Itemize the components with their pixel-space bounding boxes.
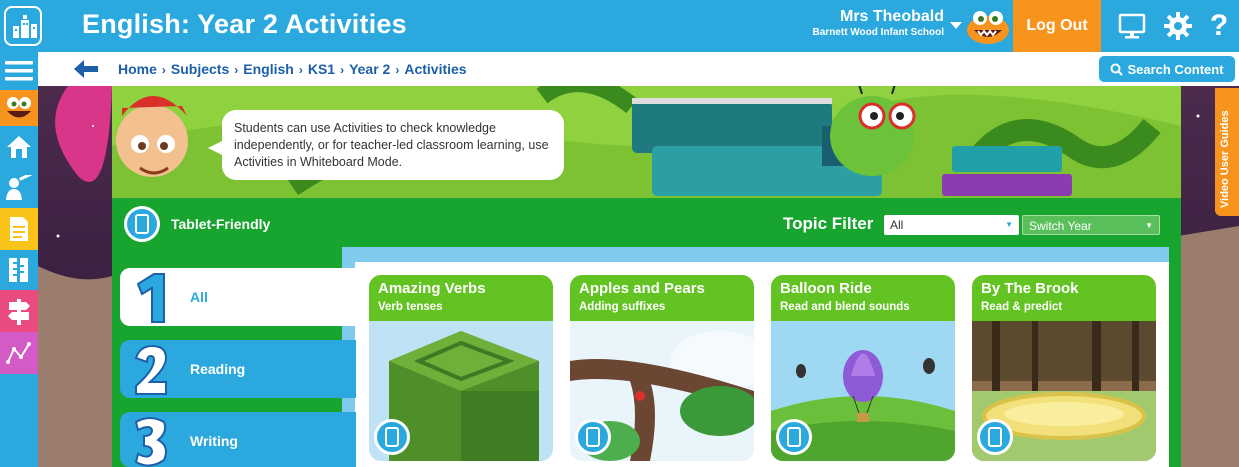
- card-title: Apples and Pears: [579, 280, 705, 297]
- activity-card-amazing-verbs[interactable]: Amazing Verbs Verb tenses: [369, 275, 553, 461]
- menu-icon[interactable]: [0, 52, 38, 90]
- chevron-down-icon: ▼: [1145, 221, 1153, 230]
- breadcrumb-home[interactable]: Home: [118, 61, 157, 77]
- sidebar-spacer: [0, 374, 38, 467]
- school-name: Barnett Wood Infant School: [812, 27, 944, 38]
- logo-icon[interactable]: [4, 6, 42, 46]
- chevron-down-icon[interactable]: [950, 22, 962, 29]
- card-header: Balloon Ride Read and blend sounds: [771, 275, 955, 321]
- breadcrumb: Home › Subjects › English › KS1 › Year 2 › Activit…: [118, 61, 467, 77]
- topic-filter-label: Topic Filter: [783, 214, 874, 233]
- gear-icon[interactable]: [1155, 0, 1201, 52]
- user-menu[interactable]: Mrs Theobald Barnett Wood Infant School: [813, 8, 944, 38]
- topic-filter-select[interactable]: All ▼: [884, 215, 1019, 235]
- logout-button[interactable]: Log Out: [1013, 0, 1101, 52]
- top-bar: English: Year 2 Activities Mrs Theobald …: [0, 0, 1239, 52]
- breadcrumb-separator: ›: [234, 63, 239, 77]
- card-subtitle: Read & predict: [981, 301, 1063, 313]
- tablet-icon: [124, 206, 160, 242]
- category-label: Reading: [190, 361, 246, 377]
- category-label: All: [190, 289, 208, 305]
- search-content-label: Search Content: [1127, 61, 1224, 77]
- number-one-icon: [136, 273, 165, 323]
- document-icon[interactable]: [0, 208, 38, 250]
- graph-icon[interactable]: [0, 332, 38, 374]
- signpost-icon[interactable]: [0, 290, 38, 332]
- number-two-icon: [134, 344, 168, 395]
- search-icon: [1110, 63, 1124, 76]
- help-icon[interactable]: ?: [1199, 0, 1239, 52]
- card-subtitle: Verb tenses: [378, 301, 443, 313]
- category-tab-reading[interactable]: Reading: [120, 340, 356, 398]
- user-name: Mrs Theobald: [839, 8, 944, 25]
- topic-filter-value: All: [890, 218, 904, 232]
- switch-year-placeholder: Switch Year: [1029, 219, 1092, 233]
- breadcrumb-ks1[interactable]: KS1: [308, 61, 335, 77]
- category-tab-all[interactable]: All: [120, 268, 356, 326]
- category-tab-writing[interactable]: Writing: [120, 412, 356, 467]
- tablet-icon: [575, 419, 611, 455]
- back-arrow-icon[interactable]: [74, 60, 98, 83]
- tablet-icon: [776, 419, 812, 455]
- card-header: Amazing Verbs Verb tenses: [369, 275, 553, 321]
- home-icon[interactable]: [0, 126, 38, 168]
- teacher-icon[interactable]: [0, 168, 38, 208]
- breadcrumb-year-2[interactable]: Year 2: [349, 61, 390, 77]
- card-title: Amazing Verbs: [378, 280, 486, 297]
- search-content-button[interactable]: Search Content: [1099, 56, 1235, 82]
- card-subtitle: Read and blend sounds: [780, 301, 910, 313]
- ruler-icon[interactable]: [0, 250, 38, 290]
- breadcrumb-separator: ›: [161, 63, 166, 77]
- video-user-guides-tab[interactable]: Video User Guides: [1215, 88, 1239, 216]
- activity-card-apples-and-pears[interactable]: Apples and Pears Adding suffixes: [570, 275, 754, 461]
- speech-bubble: Students can use Activities to check kno…: [208, 110, 564, 180]
- tablet-friendly-label: Tablet-Friendly: [171, 216, 271, 232]
- monitor-icon[interactable]: [1109, 0, 1155, 52]
- switch-year-select[interactable]: Switch Year ▼: [1022, 215, 1160, 235]
- page-title: English: Year 2 Activities: [82, 9, 407, 39]
- card-header: Apples and Pears Adding suffixes: [570, 275, 754, 321]
- category-label: Writing: [190, 433, 238, 449]
- breadcrumb-separator: ›: [298, 63, 303, 77]
- breadcrumb-english[interactable]: English: [243, 61, 294, 77]
- breadcrumb-separator: ›: [395, 63, 400, 77]
- tablet-icon: [977, 419, 1013, 455]
- activity-card-by-the-brook[interactable]: By The Brook Read & predict: [972, 275, 1156, 461]
- breadcrumb-separator: ›: [340, 63, 345, 77]
- card-header: By The Brook Read & predict: [972, 275, 1156, 321]
- monster-icon[interactable]: [0, 90, 38, 126]
- chevron-down-icon: ▼: [1005, 220, 1013, 229]
- activity-card-balloon-ride[interactable]: Balloon Ride Read and blend sounds: [771, 275, 955, 461]
- left-sidebar: [0, 52, 38, 467]
- card-title: By The Brook: [981, 280, 1079, 297]
- card-subtitle: Adding suffixes: [579, 301, 666, 313]
- monster-avatar-icon: [966, 6, 1010, 44]
- card-title: Balloon Ride: [780, 280, 872, 297]
- number-three-icon: [134, 417, 167, 467]
- breadcrumb-subjects[interactable]: Subjects: [171, 61, 229, 77]
- video-user-guides-label: Video User Guides: [1219, 110, 1231, 208]
- tablet-icon: [374, 419, 410, 455]
- breadcrumb-bar: Home › Subjects › English › KS1 › Year 2 › Activit…: [38, 52, 1239, 86]
- breadcrumb-activities: Activities: [404, 61, 467, 77]
